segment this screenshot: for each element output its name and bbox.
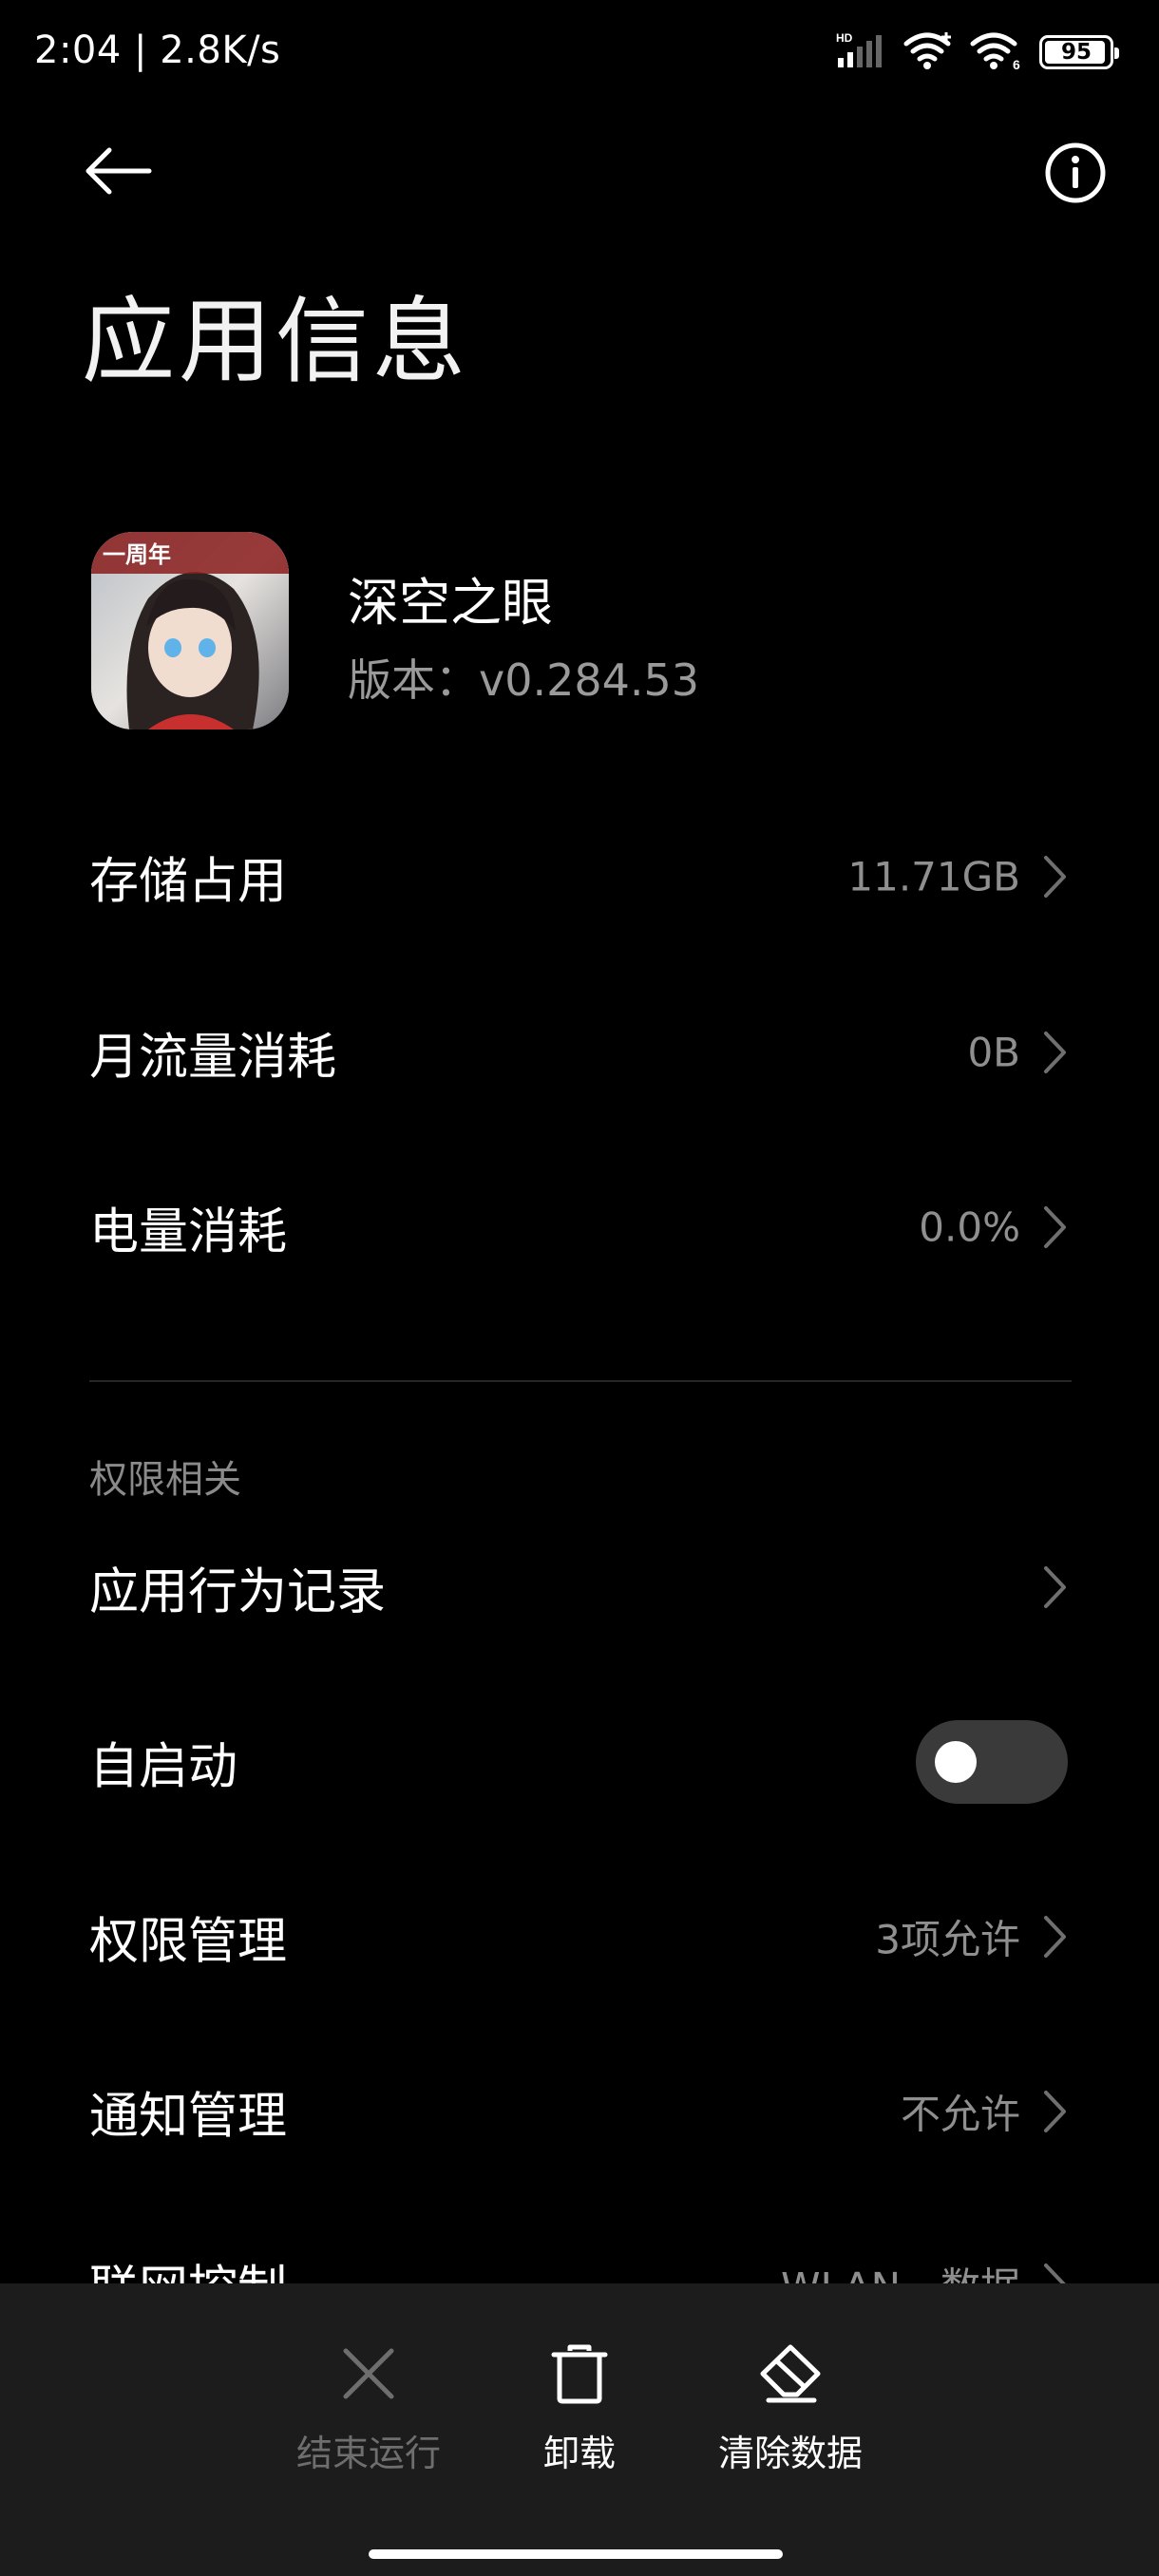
permission-management-row[interactable]: 权限管理 3项允许 — [0, 1866, 1159, 2008]
bottom-action-bar: 结束运行 卸载 清除数据 — [0, 2283, 1159, 2576]
status-bar: 2:04 | 2.8K/s HD 6 95 — [0, 0, 1159, 104]
app-version: 版本：v0.284.53 — [348, 654, 700, 706]
info-button[interactable] — [1037, 135, 1113, 211]
notification-management-label: 通知管理 — [89, 2088, 288, 2146]
info-icon — [1045, 142, 1106, 203]
clear-data-label: 清除数据 — [717, 2433, 863, 2474]
data-usage-value: 0B — [967, 1029, 1020, 1076]
data-usage-row[interactable]: 月流量消耗 0B — [0, 981, 1159, 1124]
home-indicator[interactable] — [369, 2549, 783, 2559]
notification-management-row[interactable]: 通知管理 不允许 — [0, 2040, 1159, 2183]
permission-management-label: 权限管理 — [89, 1913, 288, 1971]
app-icon-badge: 一周年 — [103, 541, 171, 568]
trash-icon — [546, 2340, 613, 2407]
app-icon: 一周年 — [91, 532, 289, 729]
behavior-log-row[interactable]: 应用行为记录 — [0, 1516, 1159, 1658]
storage-row[interactable]: 存储占用 11.71GB — [0, 805, 1159, 948]
back-arrow-icon — [86, 147, 152, 195]
storage-value: 11.71GB — [847, 853, 1020, 900]
hd-label: HD — [836, 31, 853, 45]
uninstall-label: 卸载 — [542, 2433, 616, 2474]
close-icon — [335, 2340, 402, 2407]
permissions-section-header: 权限相关 — [89, 1458, 241, 1502]
chevron-right-icon — [1039, 1202, 1072, 1253]
force-stop-label: 结束运行 — [295, 2433, 441, 2474]
chevron-right-icon — [1039, 851, 1072, 902]
battery-level: 95 — [1060, 40, 1092, 65]
autostart-toggle[interactable] — [916, 1720, 1068, 1804]
status-time: 2:04 | 2.8K/s — [34, 28, 281, 72]
uninstall-button[interactable]: 卸载 — [484, 2340, 674, 2483]
battery-usage-label: 电量消耗 — [89, 1203, 288, 1261]
back-button[interactable] — [76, 133, 162, 209]
wifi-plus-icon — [902, 30, 956, 74]
wifi-6-icon: 6 — [969, 30, 1026, 74]
app-summary: 一周年 深空之眼 版本：v0.284.53 — [91, 532, 1070, 731]
status-icons: HD 6 95 — [836, 30, 1119, 74]
battery-icon: 95 — [1039, 35, 1119, 69]
chevron-right-icon — [1039, 1027, 1072, 1078]
cellular-signal-icon: HD — [836, 31, 889, 73]
storage-label: 存储占用 — [89, 853, 288, 911]
permission-management-value: 3项允许 — [875, 1916, 1020, 1963]
autostart-row: 自启动 — [0, 1691, 1159, 1833]
data-usage-label: 月流量消耗 — [89, 1029, 337, 1087]
app-info-screen: 2:04 | 2.8K/s HD 6 95 应用信息 一周年 深空之眼 版本：v… — [0, 0, 1159, 2576]
toggle-knob — [935, 1741, 977, 1783]
app-name: 深空之眼 — [348, 573, 553, 633]
wifi-6-badge: 6 — [1013, 57, 1020, 70]
chevron-right-icon — [1039, 2086, 1072, 2137]
autostart-label: 自启动 — [89, 1738, 238, 1796]
eraser-icon — [757, 2340, 824, 2407]
section-divider — [89, 1380, 1072, 1382]
page-title: 应用信息 — [82, 288, 470, 396]
battery-usage-row[interactable]: 电量消耗 0.0% — [0, 1156, 1159, 1298]
battery-usage-value: 0.0% — [919, 1203, 1020, 1251]
header — [0, 123, 1159, 218]
behavior-log-label: 应用行为记录 — [89, 1563, 387, 1621]
force-stop-button[interactable]: 结束运行 — [274, 2340, 464, 2483]
chevron-right-icon — [1039, 1562, 1072, 1613]
notification-management-value: 不允许 — [900, 2091, 1020, 2138]
clear-data-button[interactable]: 清除数据 — [695, 2340, 885, 2483]
chevron-right-icon — [1039, 1911, 1072, 1962]
